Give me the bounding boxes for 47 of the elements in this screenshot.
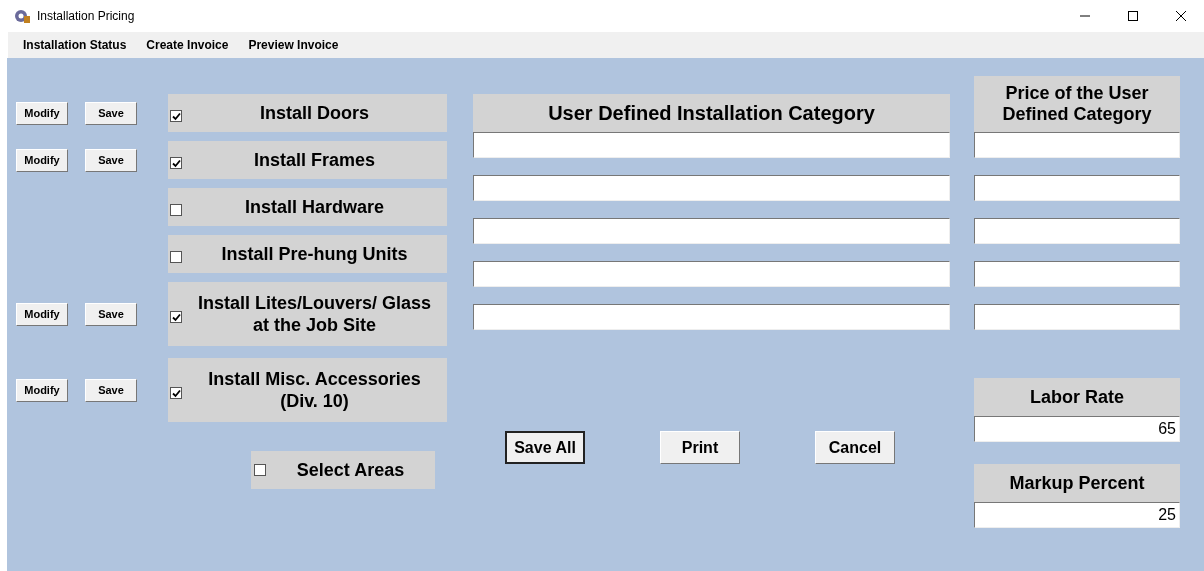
action-button[interactable]: Save bbox=[85, 148, 137, 172]
input-field[interactable] bbox=[473, 304, 950, 330]
field-label: Markup Percent bbox=[974, 464, 1180, 502]
input-field[interactable] bbox=[473, 175, 950, 201]
input-field[interactable] bbox=[473, 218, 950, 244]
input-field[interactable] bbox=[974, 304, 1180, 330]
category-label: Install Pre-hung Units bbox=[220, 243, 409, 265]
maximize-icon[interactable] bbox=[1128, 11, 1138, 21]
input-field[interactable] bbox=[974, 218, 1180, 244]
action-button[interactable]: Save bbox=[85, 378, 137, 402]
menu-item[interactable]: Create Invoice bbox=[146, 36, 229, 54]
category-label: Install Lites/Louvers/ Glass at the Job Site bbox=[196, 292, 433, 336]
action-button[interactable]: Modify bbox=[16, 101, 68, 125]
action-button[interactable]: Save All bbox=[505, 431, 585, 464]
category-label: Install Frames bbox=[252, 149, 377, 171]
select-areas-label: Select Areas bbox=[295, 458, 406, 482]
input-field[interactable] bbox=[974, 175, 1180, 201]
action-button[interactable]: Modify bbox=[16, 378, 68, 402]
action-button[interactable]: Save bbox=[85, 101, 137, 125]
input-field[interactable] bbox=[974, 261, 1180, 287]
action-button[interactable]: Cancel bbox=[815, 431, 895, 464]
checkbox[interactable] bbox=[170, 251, 182, 263]
menu-item[interactable]: Preview Invoice bbox=[248, 36, 339, 54]
column-header: Price of the User Defined Category bbox=[974, 76, 1180, 132]
checkbox[interactable] bbox=[254, 464, 266, 476]
input-field[interactable] bbox=[974, 132, 1180, 158]
category-label: Install Hardware bbox=[243, 196, 386, 218]
action-button[interactable]: Modify bbox=[16, 302, 68, 326]
input-field[interactable] bbox=[473, 132, 950, 158]
input-field[interactable] bbox=[473, 261, 950, 287]
checkbox[interactable] bbox=[170, 387, 182, 399]
close-icon[interactable] bbox=[1176, 11, 1186, 21]
action-button[interactable]: Modify bbox=[16, 148, 68, 172]
input-field[interactable]: 25 bbox=[974, 502, 1180, 528]
checkbox[interactable] bbox=[170, 157, 182, 169]
action-button[interactable]: Save bbox=[85, 302, 137, 326]
action-button[interactable]: Print bbox=[660, 431, 740, 464]
field-label: Labor Rate bbox=[974, 378, 1180, 416]
column-header: User Defined Installation Category bbox=[473, 94, 950, 132]
window-title: Installation Pricing bbox=[37, 8, 135, 25]
menu-item[interactable]: Installation Status bbox=[23, 36, 127, 54]
checkbox[interactable] bbox=[170, 311, 182, 323]
input-field[interactable]: 65 bbox=[974, 416, 1180, 442]
checkbox[interactable] bbox=[170, 110, 182, 122]
checkbox[interactable] bbox=[170, 204, 182, 216]
category-label: Install Misc. Accessories (Div. 10) bbox=[207, 368, 422, 412]
category-label: Install Doors bbox=[259, 102, 370, 124]
